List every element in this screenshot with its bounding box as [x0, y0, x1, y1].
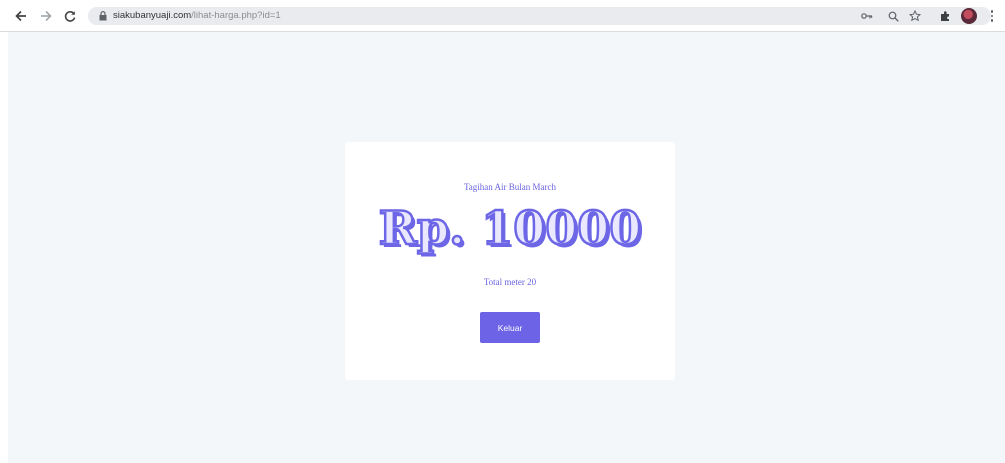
bill-amount: Rp. 10000	[378, 200, 643, 257]
star-icon[interactable]	[908, 9, 922, 23]
zoom-icon[interactable]	[886, 9, 900, 23]
url-path: /lihat-harga.php?id=1	[191, 10, 281, 21]
profile-avatar[interactable]	[960, 7, 978, 25]
logout-button[interactable]: Keluar	[480, 312, 540, 343]
forward-arrow-icon[interactable]	[37, 7, 55, 25]
total-meter-text: Total meter 20	[483, 277, 537, 287]
url-text[interactable]: siakubanyuaji.com/lihat-harga.php?id=1	[113, 9, 281, 23]
back-arrow-icon[interactable]	[12, 7, 30, 25]
bill-card: Tagihan Air Bulan March Rp. 10000 Total …	[345, 142, 675, 380]
kebab-menu-icon[interactable]	[983, 7, 1001, 25]
page-content: Tagihan Air Bulan March Rp. 10000 Total …	[8, 32, 1005, 463]
address-bar[interactable]: siakubanyuaji.com/lihat-harga.php?id=1	[88, 7, 991, 25]
browser-toolbar: siakubanyuaji.com/lihat-harga.php?id=1	[0, 0, 1005, 32]
url-host: siakubanyuaji.com	[113, 10, 192, 21]
lock-icon[interactable]	[98, 11, 108, 21]
bill-title: Tagihan Air Bulan March	[463, 182, 557, 192]
reload-icon[interactable]	[61, 7, 79, 25]
extensions-puzzle-icon[interactable]	[937, 7, 955, 25]
key-icon[interactable]	[860, 9, 874, 23]
